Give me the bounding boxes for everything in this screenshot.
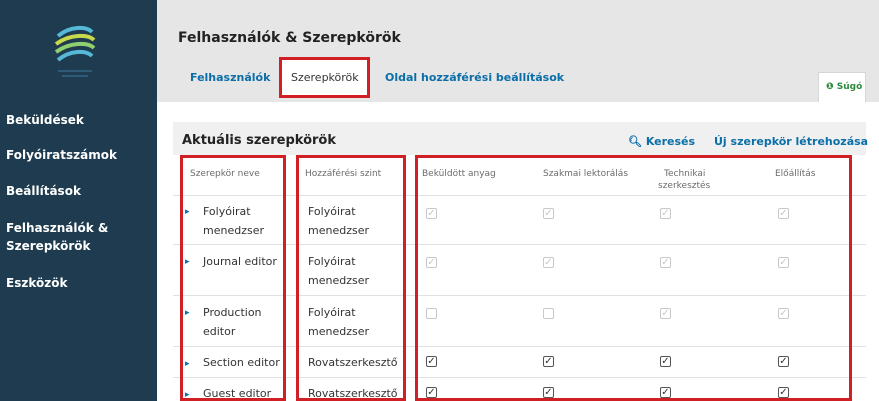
search-button[interactable]: 🔍︎ Keresés xyxy=(628,135,695,148)
logo-icon xyxy=(54,25,96,77)
sidebar-item-users-roles-line2[interactable]: Szerepkörök xyxy=(6,237,90,255)
panel-title: Aktuális szerepkörök xyxy=(182,133,336,148)
access-level-column-highlight xyxy=(296,155,406,401)
sidebar: Beküldések Folyóiratszámok Beállítások F… xyxy=(0,0,157,401)
sidebar-item-settings[interactable]: Beállítások xyxy=(6,182,81,200)
sidebar-item-issues[interactable]: Folyóiratszámok xyxy=(6,146,117,164)
help-text: Súgó xyxy=(836,82,863,92)
role-name-column-highlight xyxy=(180,155,286,401)
permissions-columns-highlight xyxy=(415,155,852,401)
tab-roles[interactable]: Szerepkörök xyxy=(291,71,359,84)
sidebar-item-submissions[interactable]: Beküldések xyxy=(6,111,84,129)
search-label: Keresés xyxy=(645,135,696,148)
tab-site-access[interactable]: Oldal hozzáférési beállítások xyxy=(385,71,564,84)
page-title: Felhasználók & Szerepkörök xyxy=(178,30,401,46)
sidebar-item-tools[interactable]: Eszközök xyxy=(6,274,67,292)
sidebar-item-users-roles-line1[interactable]: Felhasználók & xyxy=(6,219,108,237)
tab-users[interactable]: Felhasználók xyxy=(190,71,270,84)
help-icon: ❶ xyxy=(826,82,834,92)
search-icon: 🔍︎ xyxy=(628,135,642,148)
help-label[interactable]: ❶ Súgó xyxy=(826,82,862,92)
header xyxy=(157,0,879,102)
create-role-button[interactable]: Új szerepkör létrehozása xyxy=(714,135,868,148)
